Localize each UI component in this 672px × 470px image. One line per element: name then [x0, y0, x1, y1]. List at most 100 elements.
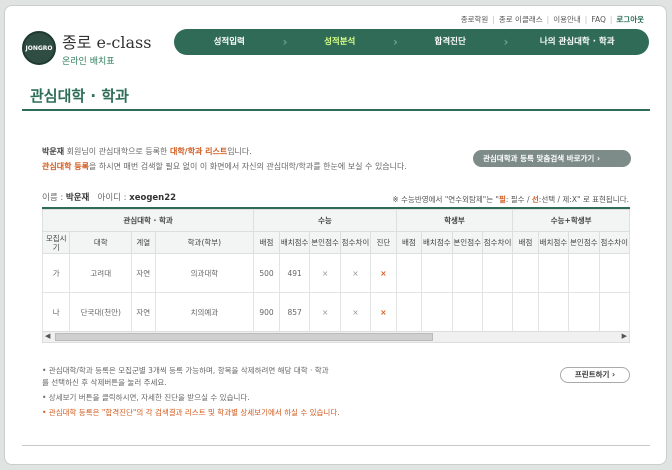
table-cell [421, 253, 453, 293]
column-header: 배점 [512, 231, 539, 254]
scrollbar-thumb[interactable] [55, 333, 433, 341]
table-cell [537, 292, 570, 331]
column-header: 배점 [253, 231, 280, 254]
column-header: 점수차이 [339, 231, 372, 254]
table-cell [421, 292, 453, 331]
group-header-university: 관심대학 · 학과 [42, 209, 255, 232]
note-item: • 관심대학 등록은 "합격진단"의 각 검색결과 리스트 및 학과별 상세보기… [42, 408, 340, 417]
main-nav: 성적입력 › 성적분석 › 합격진단 › 나의 관심대학 · 학과 [174, 29, 649, 55]
table-cell: 나 [42, 292, 71, 331]
nav-item-score-analysis[interactable]: 성적분석 › [284, 29, 398, 55]
group-header-combined: 수능+학생부 [512, 209, 630, 232]
legend-note: ※ 수능반영에서 "연수외탐제"는 "필: 필수 / 선:선택 / 제:X" 로… [392, 195, 629, 204]
table-cell [451, 292, 483, 331]
table-cell: × [370, 292, 397, 331]
table-cell [598, 292, 630, 331]
table-cell: 고려대 [69, 253, 133, 293]
table-cell: 자연 [131, 292, 156, 331]
table-cell [395, 253, 423, 293]
column-header: 대학 [69, 231, 133, 254]
note-item: • 관심대학/학과 등록은 모집군별 3개씩 등록 가능하며, 항목을 삭제하려… [42, 366, 329, 387]
nav-item-my-universities[interactable]: 나의 관심대학 · 학과 [505, 29, 649, 55]
scroll-right-icon[interactable]: ▶ [622, 332, 627, 340]
table-cell [598, 253, 630, 293]
column-header: 배치점수 [278, 231, 311, 254]
print-button[interactable]: 프린트하기 › [560, 367, 630, 383]
note-item: • 상세보기 버튼을 클릭하시면, 자세한 진단을 받으실 수 있습니다. [42, 393, 250, 402]
toplink-faq[interactable]: FAQ [591, 15, 606, 24]
page-title: 관심대학 · 학과 [30, 87, 129, 105]
table-cell [451, 253, 483, 293]
logo-subtitle: 온라인 배치표 [62, 57, 115, 67]
column-header: 배치점수 [421, 231, 453, 254]
intro-user: 박운재 [42, 147, 65, 156]
column-header: 점수차이 [481, 231, 514, 254]
nav-item-score-input[interactable]: 성적입력 › [174, 29, 288, 55]
column-header: 모집시기 [42, 231, 71, 254]
toplink-guide[interactable]: 이용안내 [553, 14, 581, 25]
table-cell [481, 253, 514, 293]
table-cell [512, 253, 539, 293]
intro-line2-a: 관심대학 등록 [42, 162, 89, 171]
intro-line1-b: 대학/학과 리스트 [169, 147, 228, 156]
intro-line1-a: 회원님이 관심대학으로 등록한 [66, 147, 168, 156]
column-header: 점수차이 [598, 231, 630, 254]
table-cell [512, 292, 539, 331]
column-header: 배치점수 [537, 231, 570, 254]
column-header: 계열 [131, 231, 156, 254]
table-cell [568, 292, 600, 331]
university-table: 관심대학 · 학과 수능 학생부 수능+학생부 모집시기 대학 계열 학과(학부) 배점… [42, 207, 630, 331]
table-cell: 500 [253, 253, 280, 293]
sub-header-row: 모집시기 대학 계열 학과(학부) 배점 배치점수 본인점수 점수차이 진단 배점 배치점수 본인점수… [42, 231, 630, 254]
table-cell [537, 253, 570, 293]
user-id: xeogen22 [129, 193, 177, 203]
toplink-jongro[interactable]: 종로학원 [461, 14, 489, 25]
table-cell: 900 [253, 292, 280, 331]
intro-text: 박운재 회원님이 관심대학으로 등록한 대학/학과 리스트입니다. 관심대학 등… [42, 144, 407, 174]
table-cell: 자연 [131, 253, 156, 293]
table-cell [481, 292, 514, 331]
column-header: 본인점수 [568, 231, 600, 254]
table-cell: × [339, 292, 372, 331]
intro-line1-c: 입니다. [227, 147, 252, 156]
column-header: 본인점수 [309, 231, 341, 254]
table-cell: × [339, 253, 372, 293]
id-label: 아이디 : [97, 193, 127, 203]
table-cell: 491 [278, 253, 311, 293]
table-cell: × [309, 253, 341, 293]
group-header-suneung: 수능 [253, 209, 397, 232]
table-cell [395, 292, 423, 331]
horizontal-scrollbar[interactable]: ◀ ▶ [42, 331, 630, 343]
table-cell [568, 253, 600, 293]
logo-title: 종로 e-class [62, 33, 152, 52]
my-search-button[interactable]: 관심대학과 등록 맞춤검색 바로가기 › [473, 150, 631, 167]
chevron-right-icon: › [612, 370, 616, 379]
table-cell: 의과대학 [154, 253, 255, 293]
chevron-right-icon: › [596, 154, 601, 163]
user-info: 이름 : 박운재 아이디 : xeogen22 [42, 191, 176, 203]
notes: • 관심대학/학과 등록은 모집군별 3개씩 등록 가능하며, 항목을 삭제하려… [42, 365, 340, 422]
table-cell: × [370, 253, 397, 293]
table-cell: 857 [278, 292, 311, 331]
intro-line2-b: 을 하시면 매번 검색할 필요 없이 이 화면에서 자신의 관심대학/학과를 한… [88, 162, 407, 171]
toplink-logout[interactable]: 로그아웃 [616, 14, 644, 25]
group-header-record: 학생부 [395, 209, 514, 232]
name-label: 이름 : [42, 193, 64, 203]
nav-item-pass-diagnosis[interactable]: 합격진단 › [395, 29, 509, 55]
column-header: 진단 [370, 231, 397, 254]
table-row[interactable]: 가 고려대 자연 의과대학 500 491 × × × [42, 253, 630, 293]
column-header: 배점 [395, 231, 423, 254]
table-cell: × [309, 292, 341, 331]
bottom-divider [22, 445, 650, 446]
title-divider [22, 109, 650, 111]
user-name: 박운재 [65, 193, 90, 203]
column-header: 본인점수 [451, 231, 483, 254]
scroll-left-icon[interactable]: ◀ [45, 332, 50, 340]
logo-emblem: JONGRO [22, 31, 56, 65]
toplink-eclass[interactable]: 종로 이클래스 [499, 14, 543, 25]
table-cell: 가 [42, 253, 71, 293]
logo[interactable]: JONGRO 종로 e-class 온라인 배치표 [22, 29, 151, 67]
top-links: 종로학원 | 종로 이클래스 | 이용안내 | FAQ | 로그아웃 [460, 14, 644, 25]
table-row[interactable]: 나 단국대(천안) 자연 치의예과 900 857 × × × [42, 292, 630, 331]
table-cell: 치의예과 [154, 292, 255, 331]
